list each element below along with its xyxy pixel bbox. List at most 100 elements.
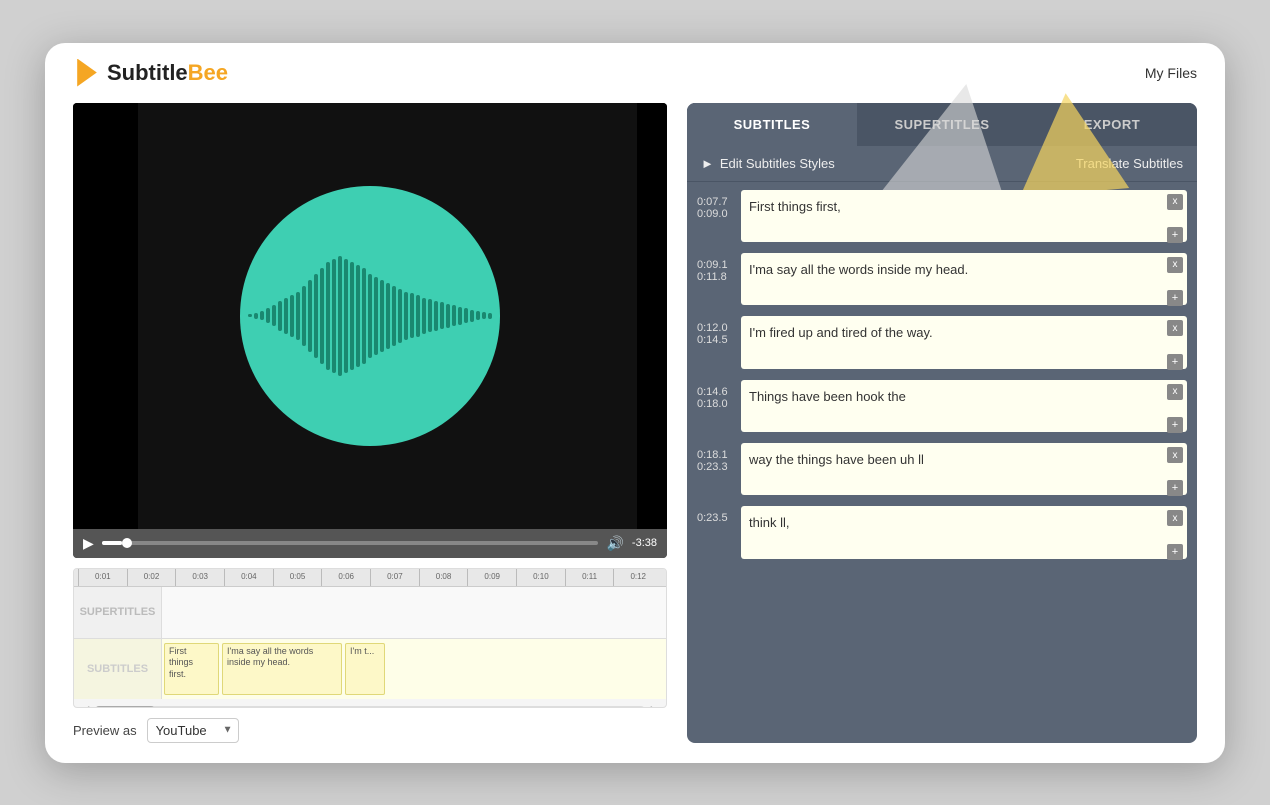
waveform-bar <box>260 311 264 321</box>
scroll-right-arrow[interactable]: ▶ <box>649 701 662 708</box>
logo-text: SubtitleBee <box>107 60 228 86</box>
subtitle-end: 0:09.0 <box>697 208 735 220</box>
subtitle-times: 0:14.6 0:18.0 <box>697 380 735 410</box>
add-subtitle-button[interactable]: + <box>1167 227 1183 243</box>
waveform-bar <box>368 274 372 358</box>
waveform-bar <box>356 265 360 367</box>
subtitle-times: 0:12.0 0:14.5 <box>697 316 735 346</box>
subtitle-text-input[interactable]: I'ma say all the words inside my head. <box>741 253 1187 305</box>
remove-subtitle-button[interactable]: x <box>1167 510 1183 526</box>
logo-subtitle: Subtitle <box>107 60 188 85</box>
subtitle-input-wrap: I'm fired up and tired of the way. x + <box>741 316 1187 373</box>
time-display: -3:38 <box>632 537 657 549</box>
waveform-bar <box>410 293 414 339</box>
waveform-bar <box>404 292 408 340</box>
ruler-mark: 0:09 <box>467 569 516 587</box>
subtitles-list: 0:07.7 0:09.0 First things first, x + 0:… <box>687 182 1197 743</box>
teal-circle <box>240 186 500 446</box>
subtitle-end: 0:18.0 <box>697 398 735 410</box>
waveform-bar <box>434 301 438 331</box>
subtitle-start: 0:09.1 <box>697 259 735 271</box>
track-subtitles: SUBTITLES First things first.I'ma say al… <box>74 639 666 699</box>
play-button[interactable]: ▶ <box>83 535 94 552</box>
my-files-link[interactable]: My Files <box>1145 65 1197 81</box>
ruler-mark: 0:12 <box>613 569 662 587</box>
waveform-bar <box>458 307 462 325</box>
subtitle-text-input[interactable]: think ll, <box>741 506 1187 558</box>
video-right-bar <box>637 103 667 529</box>
add-subtitle-button[interactable]: + <box>1167 544 1183 560</box>
subtitles-track-content: First things first.I'ma say all the word… <box>162 639 666 699</box>
remove-subtitle-button[interactable]: x <box>1167 384 1183 400</box>
main-content: ▶ 🔊 -3:38 0:010:020:030:040:050:060:070:… <box>45 103 1225 763</box>
waveform-bar <box>248 314 252 318</box>
logo-icon <box>73 59 101 87</box>
header: SubtitleBee My Files <box>45 43 1225 103</box>
waveform-bar <box>344 259 348 373</box>
scrollbar-track[interactable] <box>95 706 645 708</box>
waveform-bar <box>350 262 354 370</box>
subtitle-start: 0:14.6 <box>697 386 735 398</box>
progress-fill <box>102 541 122 545</box>
volume-icon[interactable]: 🔊 <box>606 535 623 552</box>
subtitle-item: 0:09.1 0:11.8 I'ma say all the words ins… <box>697 253 1187 310</box>
edit-styles-button[interactable]: ► Edit Subtitles Styles <box>701 156 835 171</box>
waveform-bar <box>392 286 396 346</box>
subtitle-start: 0:18.1 <box>697 449 735 461</box>
subtitle-input-wrap: I'ma say all the words inside my head. x… <box>741 253 1187 310</box>
subtitle-times: 0:09.1 0:11.8 <box>697 253 735 283</box>
subtitle-item: 0:12.0 0:14.5 I'm fired up and tired of … <box>697 316 1187 373</box>
add-subtitle-button[interactable]: + <box>1167 290 1183 306</box>
ruler-mark: 0:06 <box>321 569 370 587</box>
add-subtitle-button[interactable]: + <box>1167 480 1183 496</box>
waveform-bar <box>290 295 294 337</box>
ruler-mark: 0:02 <box>127 569 176 587</box>
tab-subtitles[interactable]: SUBTITLES <box>687 103 857 146</box>
waveform-bar <box>272 305 276 327</box>
waveform-bar <box>398 289 402 343</box>
preview-select[interactable]: YouTube Facebook Instagram Twitter <box>147 718 239 743</box>
subtitle-item: 0:23.5 think ll, x + <box>697 506 1187 563</box>
ruler-mark: 0:03 <box>175 569 224 587</box>
waveform-bar <box>338 256 342 376</box>
subtitle-text-input[interactable]: Things have been hook the <box>741 380 1187 432</box>
waveform-bar <box>266 308 270 322</box>
subtitle-input-wrap: First things first, x + <box>741 190 1187 247</box>
timeline-track: SUPERTITLES SUBTITLES First things first… <box>74 587 666 699</box>
waveform-bar <box>374 277 378 355</box>
ruler-mark: 0:11 <box>565 569 614 587</box>
preview-label: Preview as <box>73 723 137 738</box>
remove-subtitle-button[interactable]: x <box>1167 194 1183 210</box>
video-player: ▶ 🔊 -3:38 <box>73 103 667 558</box>
progress-bar[interactable] <box>102 541 599 545</box>
subtitle-item: 0:07.7 0:09.0 First things first, x + <box>697 190 1187 247</box>
ruler-mark: 0:04 <box>224 569 273 587</box>
ruler-marks: 0:010:020:030:040:050:060:070:080:090:10… <box>78 569 662 587</box>
waveform-bar <box>440 302 444 328</box>
supertitles-track-label: SUPERTITLES <box>74 587 162 638</box>
subtitle-text-input[interactable]: I'm fired up and tired of the way. <box>741 316 1187 368</box>
waveform <box>248 246 492 386</box>
waveform-bar <box>476 311 480 321</box>
remove-subtitle-button[interactable]: x <box>1167 447 1183 463</box>
subtitle-input-wrap: Things have been hook the x + <box>741 380 1187 437</box>
waveform-bar <box>320 268 324 364</box>
waveform-bar <box>386 283 390 349</box>
subtitle-text-input[interactable]: way the things have been uh ll <box>741 443 1187 495</box>
subtitle-input-wrap: way the things have been uh ll x + <box>741 443 1187 500</box>
scrollbar-thumb <box>95 706 155 708</box>
subtitle-chip: I'ma say all the words inside my head. <box>222 643 342 695</box>
subtitle-times: 0:23.5 <box>697 506 735 524</box>
subtitle-text-input[interactable]: First things first, <box>741 190 1187 242</box>
add-subtitle-button[interactable]: + <box>1167 354 1183 370</box>
subtitle-item: 0:18.1 0:23.3 way the things have been u… <box>697 443 1187 500</box>
waveform-bar <box>380 280 384 352</box>
remove-subtitle-button[interactable]: x <box>1167 257 1183 273</box>
waveform-bar <box>308 280 312 352</box>
add-subtitle-button[interactable]: + <box>1167 417 1183 433</box>
remove-subtitle-button[interactable]: x <box>1167 320 1183 336</box>
subtitle-start: 0:07.7 <box>697 196 735 208</box>
video-controls: ▶ 🔊 -3:38 <box>73 529 667 558</box>
subtitle-start: 0:12.0 <box>697 322 735 334</box>
scroll-left-arrow[interactable]: ◀ <box>78 701 91 708</box>
